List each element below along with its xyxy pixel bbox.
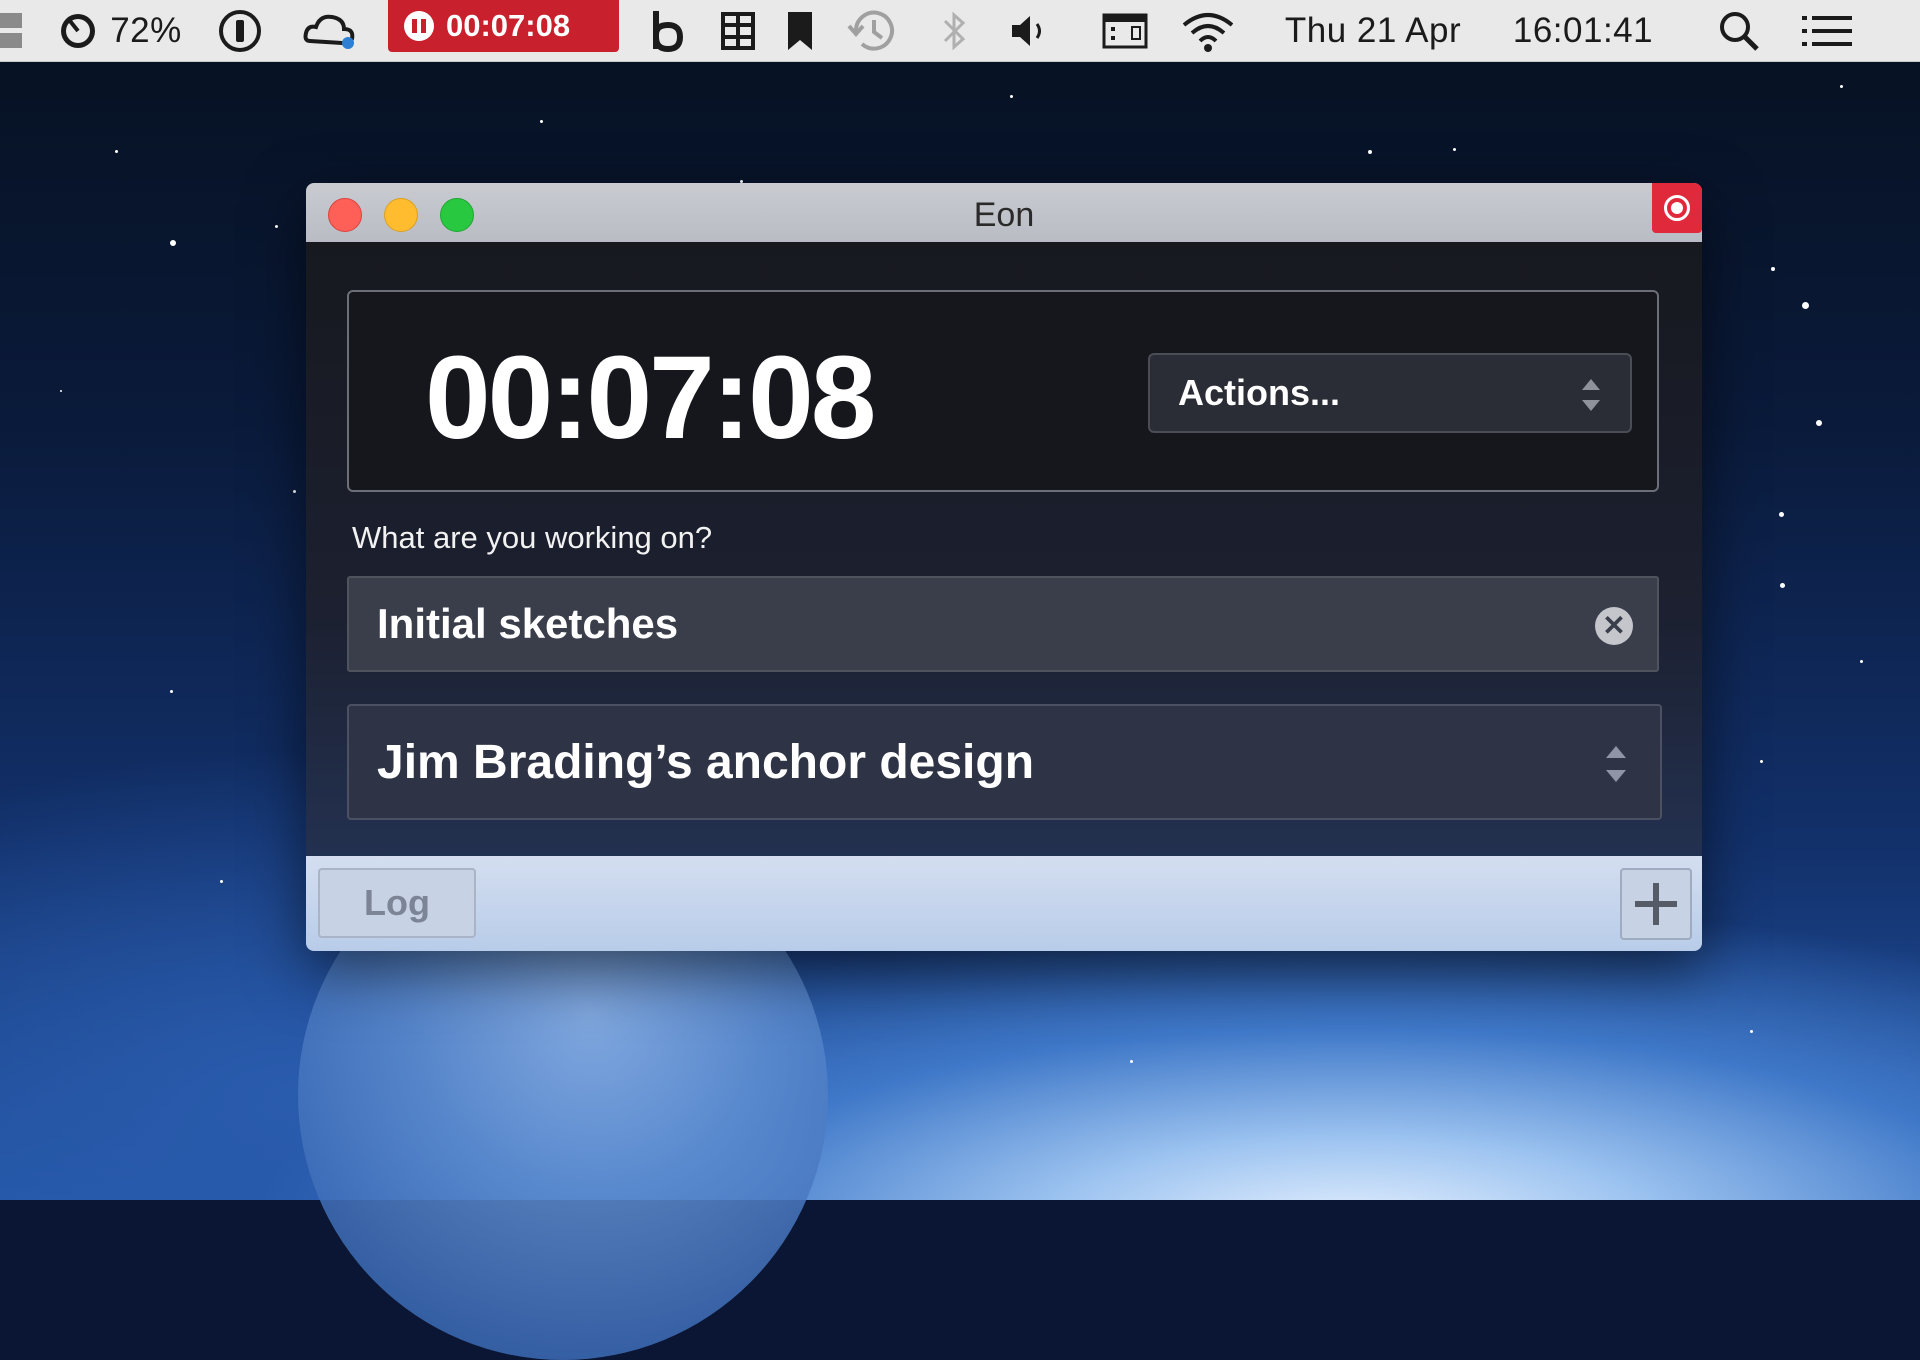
window-title: Eon: [973, 196, 1035, 234]
clear-icon[interactable]: ✕: [1595, 607, 1633, 645]
menubar-timer-text: 00:07:08: [446, 8, 571, 43]
search-icon[interactable]: [1716, 0, 1762, 61]
menubar-date[interactable]: Thu 21 Apr: [1268, 0, 1478, 61]
project-select[interactable]: Jim Brading’s anchor design: [347, 704, 1662, 820]
actions-label: Actions...: [1178, 372, 1341, 413]
star: [60, 390, 62, 392]
chevron-updown-icon: [1582, 379, 1600, 411]
battery-percent[interactable]: 72%: [108, 0, 184, 61]
keyboard-icon[interactable]: [1100, 0, 1150, 61]
task-prompt-label: What are you working on?: [352, 520, 713, 555]
task-input-value: Initial sketches: [377, 600, 679, 647]
app-grid-icon[interactable]: [0, 0, 26, 61]
actions-dropdown[interactable]: Actions...: [1148, 353, 1632, 433]
battery-gauge-icon[interactable]: [56, 0, 100, 61]
menu-bar: 72% 00:07:08 Thu 21 Apr 16:01:41: [0, 0, 1920, 62]
title-bar[interactable]: Eon: [306, 183, 1702, 242]
star: [1760, 760, 1763, 763]
project-select-value: Jim Brading’s anchor design: [377, 735, 1035, 789]
star: [170, 240, 176, 246]
bluetooth-icon[interactable]: [940, 0, 970, 61]
star: [1780, 583, 1785, 588]
star: [170, 690, 173, 693]
plus-icon: [1635, 883, 1677, 925]
chevron-updown-icon: [1606, 746, 1626, 782]
time-machine-icon[interactable]: [844, 0, 900, 61]
timer-panel: 00:07:08 Actions...: [347, 290, 1659, 492]
window-content: 00:07:08 Actions... What are you working…: [306, 242, 1702, 856]
star: [220, 880, 223, 883]
star: [1771, 267, 1775, 271]
record-button[interactable]: [1652, 183, 1702, 233]
add-button[interactable]: [1620, 868, 1692, 940]
grid-icon[interactable]: [718, 0, 758, 61]
list-icon[interactable]: [1800, 0, 1856, 61]
star: [115, 150, 118, 153]
wifi-icon[interactable]: [1178, 0, 1238, 61]
log-button[interactable]: Log: [318, 868, 476, 938]
star: [1816, 420, 1822, 426]
b-app-icon[interactable]: [648, 0, 688, 61]
window-footer: Log: [306, 856, 1702, 951]
pause-icon[interactable]: [404, 11, 434, 41]
star: [1010, 95, 1013, 98]
star: [1840, 85, 1843, 88]
info-icon[interactable]: [216, 0, 264, 61]
star: [1130, 1060, 1133, 1063]
star: [540, 120, 543, 123]
star: [1368, 150, 1372, 154]
volume-icon[interactable]: [1008, 0, 1054, 61]
star: [293, 490, 296, 493]
menubar-clock[interactable]: 16:01:41: [1494, 0, 1672, 61]
menubar-timer[interactable]: 00:07:08: [388, 0, 619, 52]
star: [1750, 1030, 1753, 1033]
creative-cloud-icon[interactable]: [302, 0, 358, 61]
star: [1802, 302, 1809, 309]
record-icon: [1664, 195, 1690, 221]
star: [1860, 660, 1863, 663]
bookmark-icon[interactable]: [784, 0, 816, 61]
star: [1779, 512, 1784, 517]
eon-window: Eon 00:07:08 Actions... What are you wor…: [306, 183, 1702, 951]
elapsed-timer: 00:07:08: [425, 332, 876, 464]
star: [275, 225, 278, 228]
star: [1453, 148, 1456, 151]
task-input[interactable]: Initial sketches ✕: [347, 576, 1659, 672]
